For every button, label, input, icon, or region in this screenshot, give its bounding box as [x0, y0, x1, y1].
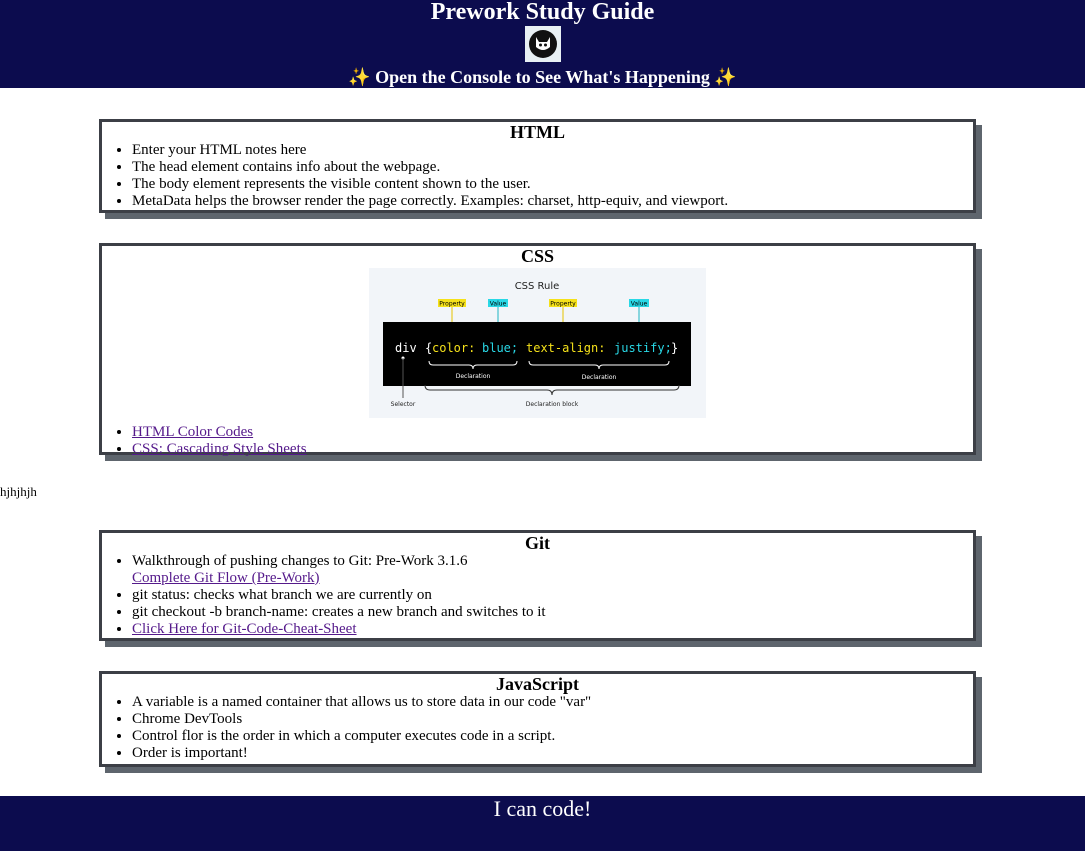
- stray-text: hjhjhjh: [0, 484, 37, 499]
- list-item: A variable is a named container that all…: [132, 694, 973, 711]
- sparkles-icon: ✨: [348, 67, 371, 87]
- list-item: git checkout -b branch-name: creates a n…: [132, 604, 973, 621]
- javascript-notes-list: A variable is a named container that all…: [102, 694, 973, 762]
- section-heading: HTML: [509, 122, 565, 142]
- css-rule-diagram: CSS Rule Property Value Property Value d…: [369, 268, 706, 418]
- complete-git-flow-link[interactable]: Complete Git Flow (Pre-Work): [132, 570, 320, 586]
- code-close-brace: }: [671, 341, 678, 355]
- page-footer: I can code!: [0, 796, 1085, 851]
- selector-label: Selector: [391, 401, 416, 408]
- css-links-list: HTML Color Codes CSS: Cascading Style Sh…: [102, 424, 973, 458]
- value-tag: Value: [490, 301, 507, 308]
- footer-text: I can code!: [493, 796, 592, 821]
- list-item: CSS: Cascading Style Sheets: [132, 441, 973, 458]
- diagram-title: CSS Rule: [515, 281, 560, 292]
- list-item: Click Here for Git-Code-Cheat-Sheet: [132, 621, 973, 638]
- git-notes-list: Walkthrough of pushing changes to Git: P…: [102, 553, 973, 638]
- page-title: Prework Study Guide: [430, 0, 655, 25]
- section-heading: JavaScript: [496, 674, 579, 694]
- css-section: CSS CSS Rule Property Value Property Val…: [99, 243, 976, 458]
- page-header: Prework Study Guide ✨ Open the Console t…: [0, 0, 1085, 88]
- list-item: Order is important!: [132, 745, 973, 762]
- html-color-codes-link[interactable]: HTML Color Codes: [132, 424, 253, 440]
- console-banner-text: Open the Console to See What's Happening: [375, 67, 710, 87]
- list-item: Chrome DevTools: [132, 711, 973, 728]
- sparkles-icon: ✨: [714, 67, 737, 87]
- cat-logo-icon: [524, 26, 561, 62]
- property-tag: Property: [439, 301, 465, 308]
- git-section: Git Walkthrough of pushing changes to Gi…: [99, 530, 976, 641]
- list-item: The head element contains info about the…: [132, 159, 973, 176]
- javascript-section: JavaScript A variable is a named contain…: [99, 671, 976, 767]
- code-selector: div: [395, 341, 417, 355]
- list-item: The body element represents the visible …: [132, 176, 973, 193]
- section-heading: CSS: [520, 246, 555, 266]
- code-value: justify;: [614, 341, 672, 355]
- list-item: Control flor is the order in which a com…: [132, 728, 973, 745]
- declaration-label: Declaration: [582, 374, 617, 381]
- console-banner: ✨ Open the Console to See What's Happeni…: [0, 65, 1085, 89]
- git-walkthrough-text: Walkthrough of pushing changes to Git: P…: [132, 553, 468, 569]
- value-tag: Value: [631, 301, 648, 308]
- declaration-label: Declaration: [456, 373, 491, 380]
- section-heading: Git: [525, 533, 550, 553]
- html-notes-list: Enter your HTML notes here The head elem…: [102, 142, 973, 210]
- list-item: MetaData helps the browser render the pa…: [132, 193, 973, 210]
- css-cascading-style-sheets-link[interactable]: CSS: Cascading Style Sheets: [132, 441, 307, 457]
- git-cheat-sheet-link[interactable]: Click Here for Git-Code-Cheat-Sheet: [132, 621, 357, 637]
- html-section: HTML Enter your HTML notes here The head…: [99, 119, 976, 213]
- list-item: Walkthrough of pushing changes to Git: P…: [132, 553, 973, 587]
- svg-text:div: div: [395, 341, 417, 355]
- property-tag: Property: [550, 301, 576, 308]
- code-property: color:: [432, 341, 475, 355]
- list-item: Enter your HTML notes here: [132, 142, 973, 159]
- declaration-block-label: Declaration block: [526, 401, 579, 408]
- list-item: HTML Color Codes: [132, 424, 973, 441]
- list-item: git status: checks what branch we are cu…: [132, 587, 973, 604]
- code-value: blue;: [482, 341, 518, 355]
- code-property: text-align:: [526, 341, 605, 355]
